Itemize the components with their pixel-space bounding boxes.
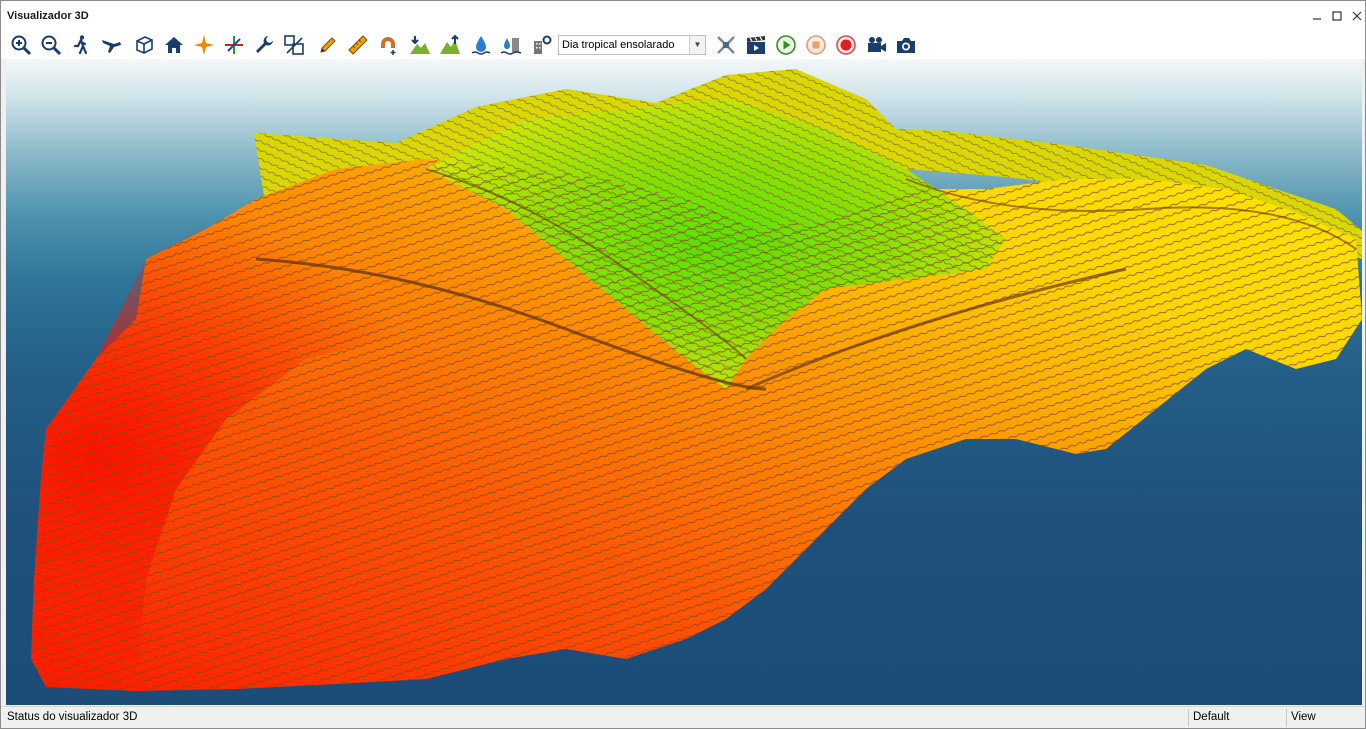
measure-button[interactable] (345, 32, 371, 58)
window-title: Visualizador 3D (7, 10, 89, 22)
water-level-button[interactable] (468, 32, 494, 58)
viewer-3d-window: Visualizador 3D Dia tropical ensolarado … (0, 0, 1366, 729)
axes-icon (225, 36, 243, 54)
stop-icon (806, 35, 826, 55)
stop-button[interactable] (803, 32, 829, 58)
maximize-button[interactable] (1327, 7, 1347, 25)
close-icon (1352, 11, 1362, 21)
title-bar: Visualizador 3D (1, 1, 1365, 31)
water-building-icon (500, 38, 522, 55)
record-button[interactable] (833, 32, 859, 58)
magnet-icon (381, 37, 396, 55)
cube-icon (136, 36, 153, 54)
zoom-in-button[interactable] (8, 32, 34, 58)
pencil-icon (320, 37, 336, 53)
record-icon (836, 35, 856, 55)
center-view-button[interactable] (191, 32, 217, 58)
status-divider (1286, 709, 1287, 727)
terrain-raise-button[interactable] (437, 32, 463, 58)
video-camera-button[interactable] (863, 32, 889, 58)
status-message: Status do visualizador 3D (7, 711, 138, 723)
building-settings-icon (534, 35, 552, 54)
terrain-lower-button[interactable] (407, 32, 433, 58)
ruler-icon (348, 35, 368, 55)
terrain-lower-icon (410, 36, 430, 54)
satellite-button[interactable] (713, 32, 739, 58)
terrain-raise-icon (440, 34, 460, 54)
satellite-icon (717, 36, 735, 54)
building-settings-button[interactable] (529, 32, 555, 58)
status-profile: Default (1193, 711, 1230, 723)
3d-viewport[interactable] (6, 59, 1362, 705)
terrain-render (31, 69, 1362, 691)
clapperboard-icon (747, 36, 765, 54)
flood-building-button[interactable] (498, 32, 524, 58)
screenshot-button[interactable] (893, 32, 919, 58)
photo-camera-icon (897, 38, 915, 53)
star-center-icon (194, 35, 214, 55)
snap-button[interactable] (375, 32, 401, 58)
play-button[interactable] (773, 32, 799, 58)
video-camera-icon (868, 37, 886, 52)
zoom-out-icon (41, 35, 62, 56)
zoom-out-button[interactable] (38, 32, 64, 58)
status-mode: View (1291, 711, 1316, 723)
fly-button[interactable] (98, 32, 124, 58)
chevron-down-icon[interactable]: ▼ (689, 36, 705, 54)
maximize-icon (1332, 11, 1342, 21)
walk-button[interactable] (68, 32, 94, 58)
weather-preset-value: Dia tropical ensolarado (562, 39, 675, 51)
draw-button[interactable] (315, 32, 341, 58)
status-bar: Status do visualizador 3D Default View (1, 706, 1365, 728)
scale-button[interactable] (281, 32, 307, 58)
minimize-button[interactable] (1307, 7, 1327, 25)
weather-preset-select[interactable]: Dia tropical ensolarado ▼ (558, 35, 706, 55)
wrench-icon (256, 36, 273, 53)
walk-icon (73, 35, 88, 55)
scale-icon (284, 35, 304, 55)
minimize-icon (1313, 18, 1321, 20)
status-divider (1188, 709, 1189, 727)
axes-button[interactable] (221, 32, 247, 58)
play-icon (776, 35, 796, 55)
close-button[interactable] (1347, 7, 1366, 25)
tools-button[interactable] (251, 32, 277, 58)
animation-button[interactable] (743, 32, 769, 58)
water-level-icon (471, 36, 491, 55)
bounding-box-button[interactable] (131, 32, 157, 58)
home-view-button[interactable] (161, 32, 187, 58)
zoom-in-icon (11, 35, 32, 56)
home-icon (165, 37, 183, 53)
fly-icon (102, 40, 121, 53)
